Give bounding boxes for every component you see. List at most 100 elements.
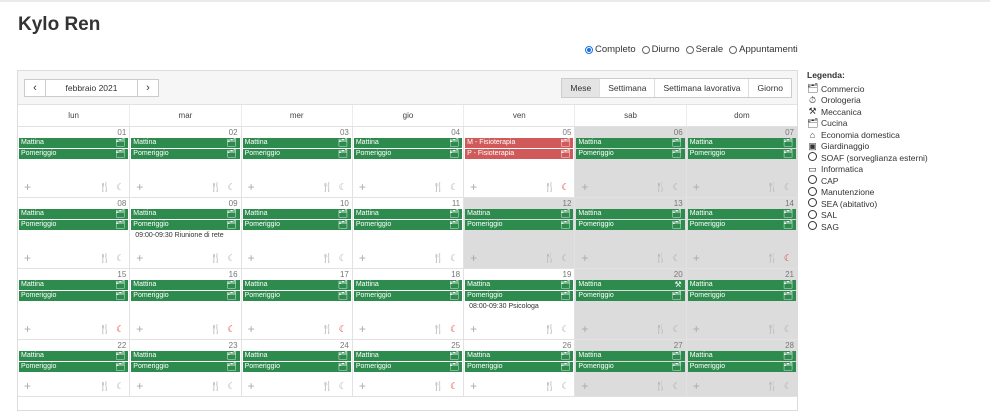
afternoon-event[interactable]: Pomeriggio 🗂 [353, 291, 463, 301]
meal-icon[interactable]: 🍴 [210, 182, 221, 193]
morning-event[interactable]: Mattina 🗂 [353, 209, 463, 219]
moon-icon[interactable]: ☾ [561, 182, 569, 193]
radio-dot-icon[interactable] [729, 45, 738, 54]
morning-event[interactable]: Mattina 🗂 [576, 138, 685, 148]
afternoon-event[interactable]: Pomeriggio 🗂 [131, 291, 240, 301]
add-icon[interactable]: + [693, 251, 700, 265]
moon-icon[interactable]: ☾ [450, 381, 458, 392]
moon-icon[interactable]: ☾ [116, 381, 124, 392]
moon-icon[interactable]: ☾ [673, 253, 681, 264]
moon-icon[interactable]: ☾ [784, 381, 792, 392]
day-cell[interactable]: 21 Mattina 🗂 Pomeriggio 🗂 + 🍴 ☾ [685, 269, 797, 339]
meal-icon[interactable]: 🍴 [433, 253, 444, 264]
add-icon[interactable]: + [581, 379, 588, 393]
day-cell[interactable]: 05 M - Fisioterapia 🗂 P - Fisioterapia 🗂 + 🍴 ☾ [463, 127, 574, 197]
add-icon[interactable]: + [470, 251, 477, 265]
afternoon-event[interactable]: Pomeriggio 🗂 [353, 149, 463, 159]
morning-event[interactable]: Mattina 🗂 [242, 209, 351, 219]
meal-icon[interactable]: 🍴 [210, 253, 221, 264]
meal-icon[interactable]: 🍴 [433, 182, 444, 193]
afternoon-event[interactable]: Pomeriggio 🗂 [576, 220, 685, 230]
meal-icon[interactable]: 🍴 [544, 381, 555, 392]
morning-event[interactable]: Mattina 🗂 [131, 138, 240, 148]
add-icon[interactable]: + [136, 379, 143, 393]
morning-event[interactable]: Mattina 🗂 [687, 209, 796, 219]
meal-icon[interactable]: 🍴 [433, 381, 444, 392]
day-cell[interactable]: 19AppuntamentiMattina🗂Pomeriggio🗂08:00-0… [463, 269, 574, 339]
morning-event[interactable]: Mattina 🗂 [19, 351, 129, 361]
afternoon-event[interactable]: Pomeriggio 🗂 [242, 291, 351, 301]
morning-event[interactable]: Mattina 🗂 [576, 351, 685, 361]
appointment-note[interactable]: 09:00-09:30 Riunione di rete [135, 232, 223, 239]
moon-icon[interactable]: ☾ [450, 253, 458, 264]
afternoon-event[interactable]: Pomeriggio 🗂 [465, 291, 574, 301]
meal-icon[interactable]: 🍴 [767, 253, 778, 264]
prev-month-button[interactable]: ‹ [24, 79, 46, 97]
moon-icon[interactable]: ☾ [673, 324, 681, 335]
moon-icon[interactable]: ☾ [561, 381, 569, 392]
morning-event[interactable]: Mattina 🗂 [687, 138, 796, 148]
radio-dot-icon[interactable] [585, 45, 593, 54]
add-icon[interactable]: + [359, 180, 366, 194]
day-cell[interactable]: 26 Mattina 🗂 Pomeriggio 🗂 + 🍴 ☾ [463, 340, 574, 396]
moon-icon[interactable]: ☾ [227, 324, 235, 335]
morning-event[interactable]: Mattina 🗂 [242, 351, 351, 361]
day-cell[interactable]: 18 Mattina 🗂 Pomeriggio 🗂 + 🍴 ☾ [351, 269, 463, 339]
morning-event[interactable]: Mattina 🗂 [353, 138, 463, 148]
day-cell[interactable]: 01 Mattina 🗂 Pomeriggio 🗂 + 🍴 ☾ [18, 127, 129, 197]
meal-icon[interactable]: 🍴 [322, 253, 333, 264]
moon-icon[interactable]: ☾ [227, 253, 235, 264]
morning-event[interactable]: Mattina 🗂 [465, 209, 574, 219]
add-icon[interactable]: + [581, 322, 588, 336]
moon-icon[interactable]: ☾ [227, 381, 235, 392]
meal-icon[interactable]: 🍴 [544, 253, 555, 264]
add-icon[interactable]: + [248, 379, 255, 393]
afternoon-event[interactable]: Pomeriggio 🗂 [687, 149, 796, 159]
afternoon-event[interactable]: Pomeriggio 🗂 [576, 362, 685, 372]
moon-icon[interactable]: ☾ [339, 253, 347, 264]
afternoon-event[interactable]: Pomeriggio 🗂 [576, 291, 685, 301]
meal-icon[interactable]: 🍴 [210, 381, 221, 392]
moon-icon[interactable]: ☾ [116, 324, 124, 335]
moon-icon[interactable]: ☾ [339, 182, 347, 193]
appointment-note[interactable]: 08:00-09:30 Psicologa [469, 303, 539, 310]
moon-icon[interactable]: ☾ [450, 324, 458, 335]
add-icon[interactable]: + [136, 180, 143, 194]
radio-serale[interactable]: Serale [685, 44, 723, 55]
day-cell[interactable]: 08 Mattina 🗂 Pomeriggio 🗂 + 🍴 ☾ [18, 198, 129, 268]
moon-icon[interactable]: ☾ [673, 381, 681, 392]
morning-event[interactable]: Mattina 🗂 [242, 138, 351, 148]
day-cell[interactable]: 06 Mattina 🗂 Pomeriggio 🗂 + 🍴 ☾ [574, 127, 686, 197]
add-icon[interactable]: + [248, 180, 255, 194]
day-cell[interactable]: 10 Mattina 🗂 Pomeriggio 🗂 + 🍴 ☾ [240, 198, 352, 268]
meal-icon[interactable]: 🍴 [99, 381, 110, 392]
morning-event[interactable]: Mattina 🗂 [465, 280, 574, 290]
add-icon[interactable]: + [24, 322, 31, 336]
afternoon-event[interactable]: Pomeriggio 🗂 [687, 362, 796, 372]
radio-diurno[interactable]: Diurno [641, 44, 680, 55]
moon-icon[interactable]: ☾ [784, 324, 792, 335]
afternoon-event[interactable]: Pomeriggio 🗂 [353, 220, 463, 230]
morning-event[interactable]: Mattina 🗂 [19, 138, 129, 148]
add-icon[interactable]: + [24, 251, 31, 265]
moon-icon[interactable]: ☾ [673, 182, 681, 193]
radio-dot-icon[interactable] [685, 45, 694, 54]
meal-icon[interactable]: 🍴 [544, 324, 555, 335]
add-icon[interactable]: + [24, 379, 31, 393]
meal-icon[interactable]: 🍴 [322, 182, 333, 193]
add-icon[interactable]: + [470, 379, 477, 393]
afternoon-event[interactable]: Pomeriggio 🗂 [242, 220, 351, 230]
tab-settimana-lavorativa[interactable]: Settimana lavorativa [654, 79, 748, 97]
meal-icon[interactable]: 🍴 [99, 253, 110, 264]
morning-event[interactable]: Mattina 🗂 [19, 209, 129, 219]
afternoon-event[interactable]: P - Fisioterapia 🗂 [465, 149, 574, 159]
day-cell[interactable]: 11 Mattina 🗂 Pomeriggio 🗂 + 🍴 ☾ [351, 198, 463, 268]
add-icon[interactable]: + [693, 322, 700, 336]
day-cell[interactable]: 27 Mattina 🗂 Pomeriggio 🗂 + 🍴 ☾ [574, 340, 686, 396]
add-icon[interactable]: + [470, 180, 477, 194]
tab-mese[interactable]: Mese [562, 79, 600, 97]
moon-icon[interactable]: ☾ [450, 182, 458, 193]
radio-completo[interactable]: Completo [585, 44, 636, 55]
moon-icon[interactable]: ☾ [339, 381, 347, 392]
meal-icon[interactable]: 🍴 [322, 324, 333, 335]
